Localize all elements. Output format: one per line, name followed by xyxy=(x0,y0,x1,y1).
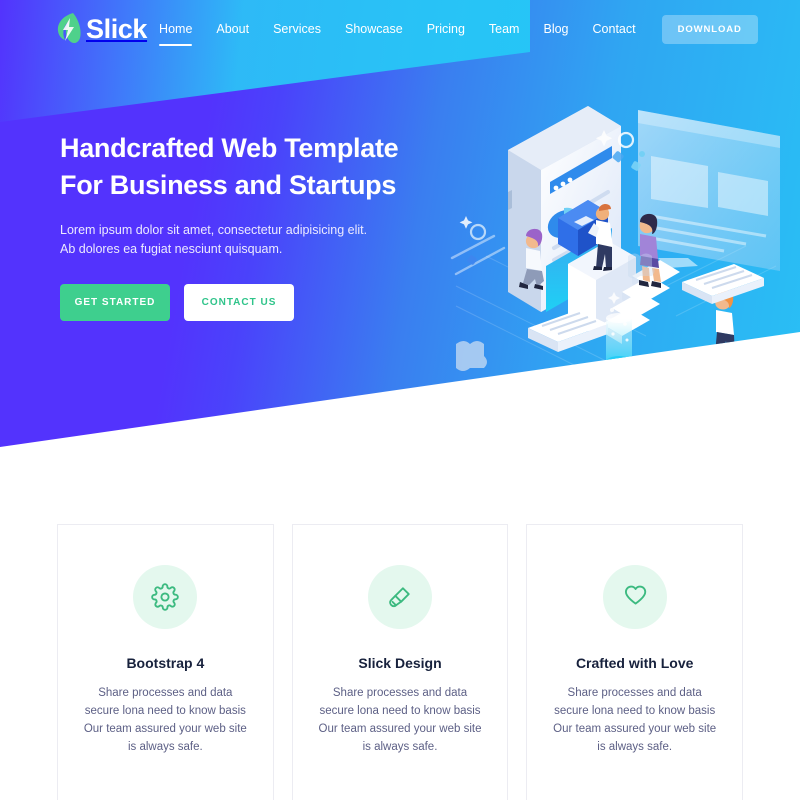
feature-cards: Bootstrap 4 Share processes and data sec… xyxy=(0,524,800,800)
feature-text: Share processes and data secure lona nee… xyxy=(553,687,717,753)
hero-subtitle: Lorem ipsum dolor sit amet, consectetur … xyxy=(60,223,368,256)
feature-text: Share processes and data secure lona nee… xyxy=(83,687,247,753)
download-button[interactable]: DOWNLOAD xyxy=(661,14,758,44)
hero-illustration xyxy=(450,106,780,371)
feature-icon-wrap xyxy=(133,565,198,629)
nav-link-blog[interactable]: Blog xyxy=(531,20,580,38)
main-navigation: Slick Home About Services Showcase Prici… xyxy=(0,0,800,58)
nav-link-about[interactable]: About xyxy=(204,20,261,38)
feature-card-bootstrap[interactable]: Bootstrap 4 Share processes and data sec… xyxy=(57,524,274,800)
feature-card-design[interactable]: Slick Design Share processes and data se… xyxy=(291,524,509,800)
paintbrush-icon xyxy=(389,587,410,608)
get-started-button[interactable]: GET STARTED xyxy=(60,284,170,321)
hero-title: Handcrafted Web Template For Business an… xyxy=(60,130,460,204)
brand-name: Slick xyxy=(86,13,148,44)
heart-icon xyxy=(624,585,646,605)
feature-title: Bootstrap 4 xyxy=(126,655,205,671)
nav-link-services[interactable]: Services xyxy=(261,20,333,38)
hero-title-line-1: Handcrafted Web Template xyxy=(60,133,399,163)
contact-us-button[interactable]: CONTACT US xyxy=(184,284,294,321)
nav-links: Home About Services Showcase Pricing Tea… xyxy=(147,14,758,46)
hero-title-line-2: For Business and Startups xyxy=(60,170,397,200)
nav-link-team[interactable]: Team xyxy=(477,20,532,38)
nav-link-contact[interactable]: Contact xyxy=(581,20,648,38)
nav-link-showcase[interactable]: Showcase xyxy=(333,20,415,38)
feature-icon-wrap xyxy=(368,565,432,629)
gear-icon xyxy=(151,583,180,611)
feature-icon-wrap xyxy=(602,565,667,629)
feature-title: Crafted with Love xyxy=(575,655,694,671)
hero-actions: GET STARTED CONTACT US xyxy=(60,284,460,321)
feature-card-love[interactable]: Crafted with Love Share processes and da… xyxy=(526,524,744,800)
lightning-leaf-icon xyxy=(57,13,81,44)
landing-page: Slick Home About Services Showcase Prici… xyxy=(0,0,800,800)
nav-link-pricing[interactable]: Pricing xyxy=(415,20,477,38)
nav-link-home[interactable]: Home xyxy=(147,20,204,46)
feature-title: Slick Design xyxy=(358,655,442,671)
brand-logo[interactable]: Slick xyxy=(56,12,147,46)
feature-text: Share processes and data secure lona nee… xyxy=(318,687,482,753)
hero-content: Handcrafted Web Template For Business an… xyxy=(60,130,460,321)
